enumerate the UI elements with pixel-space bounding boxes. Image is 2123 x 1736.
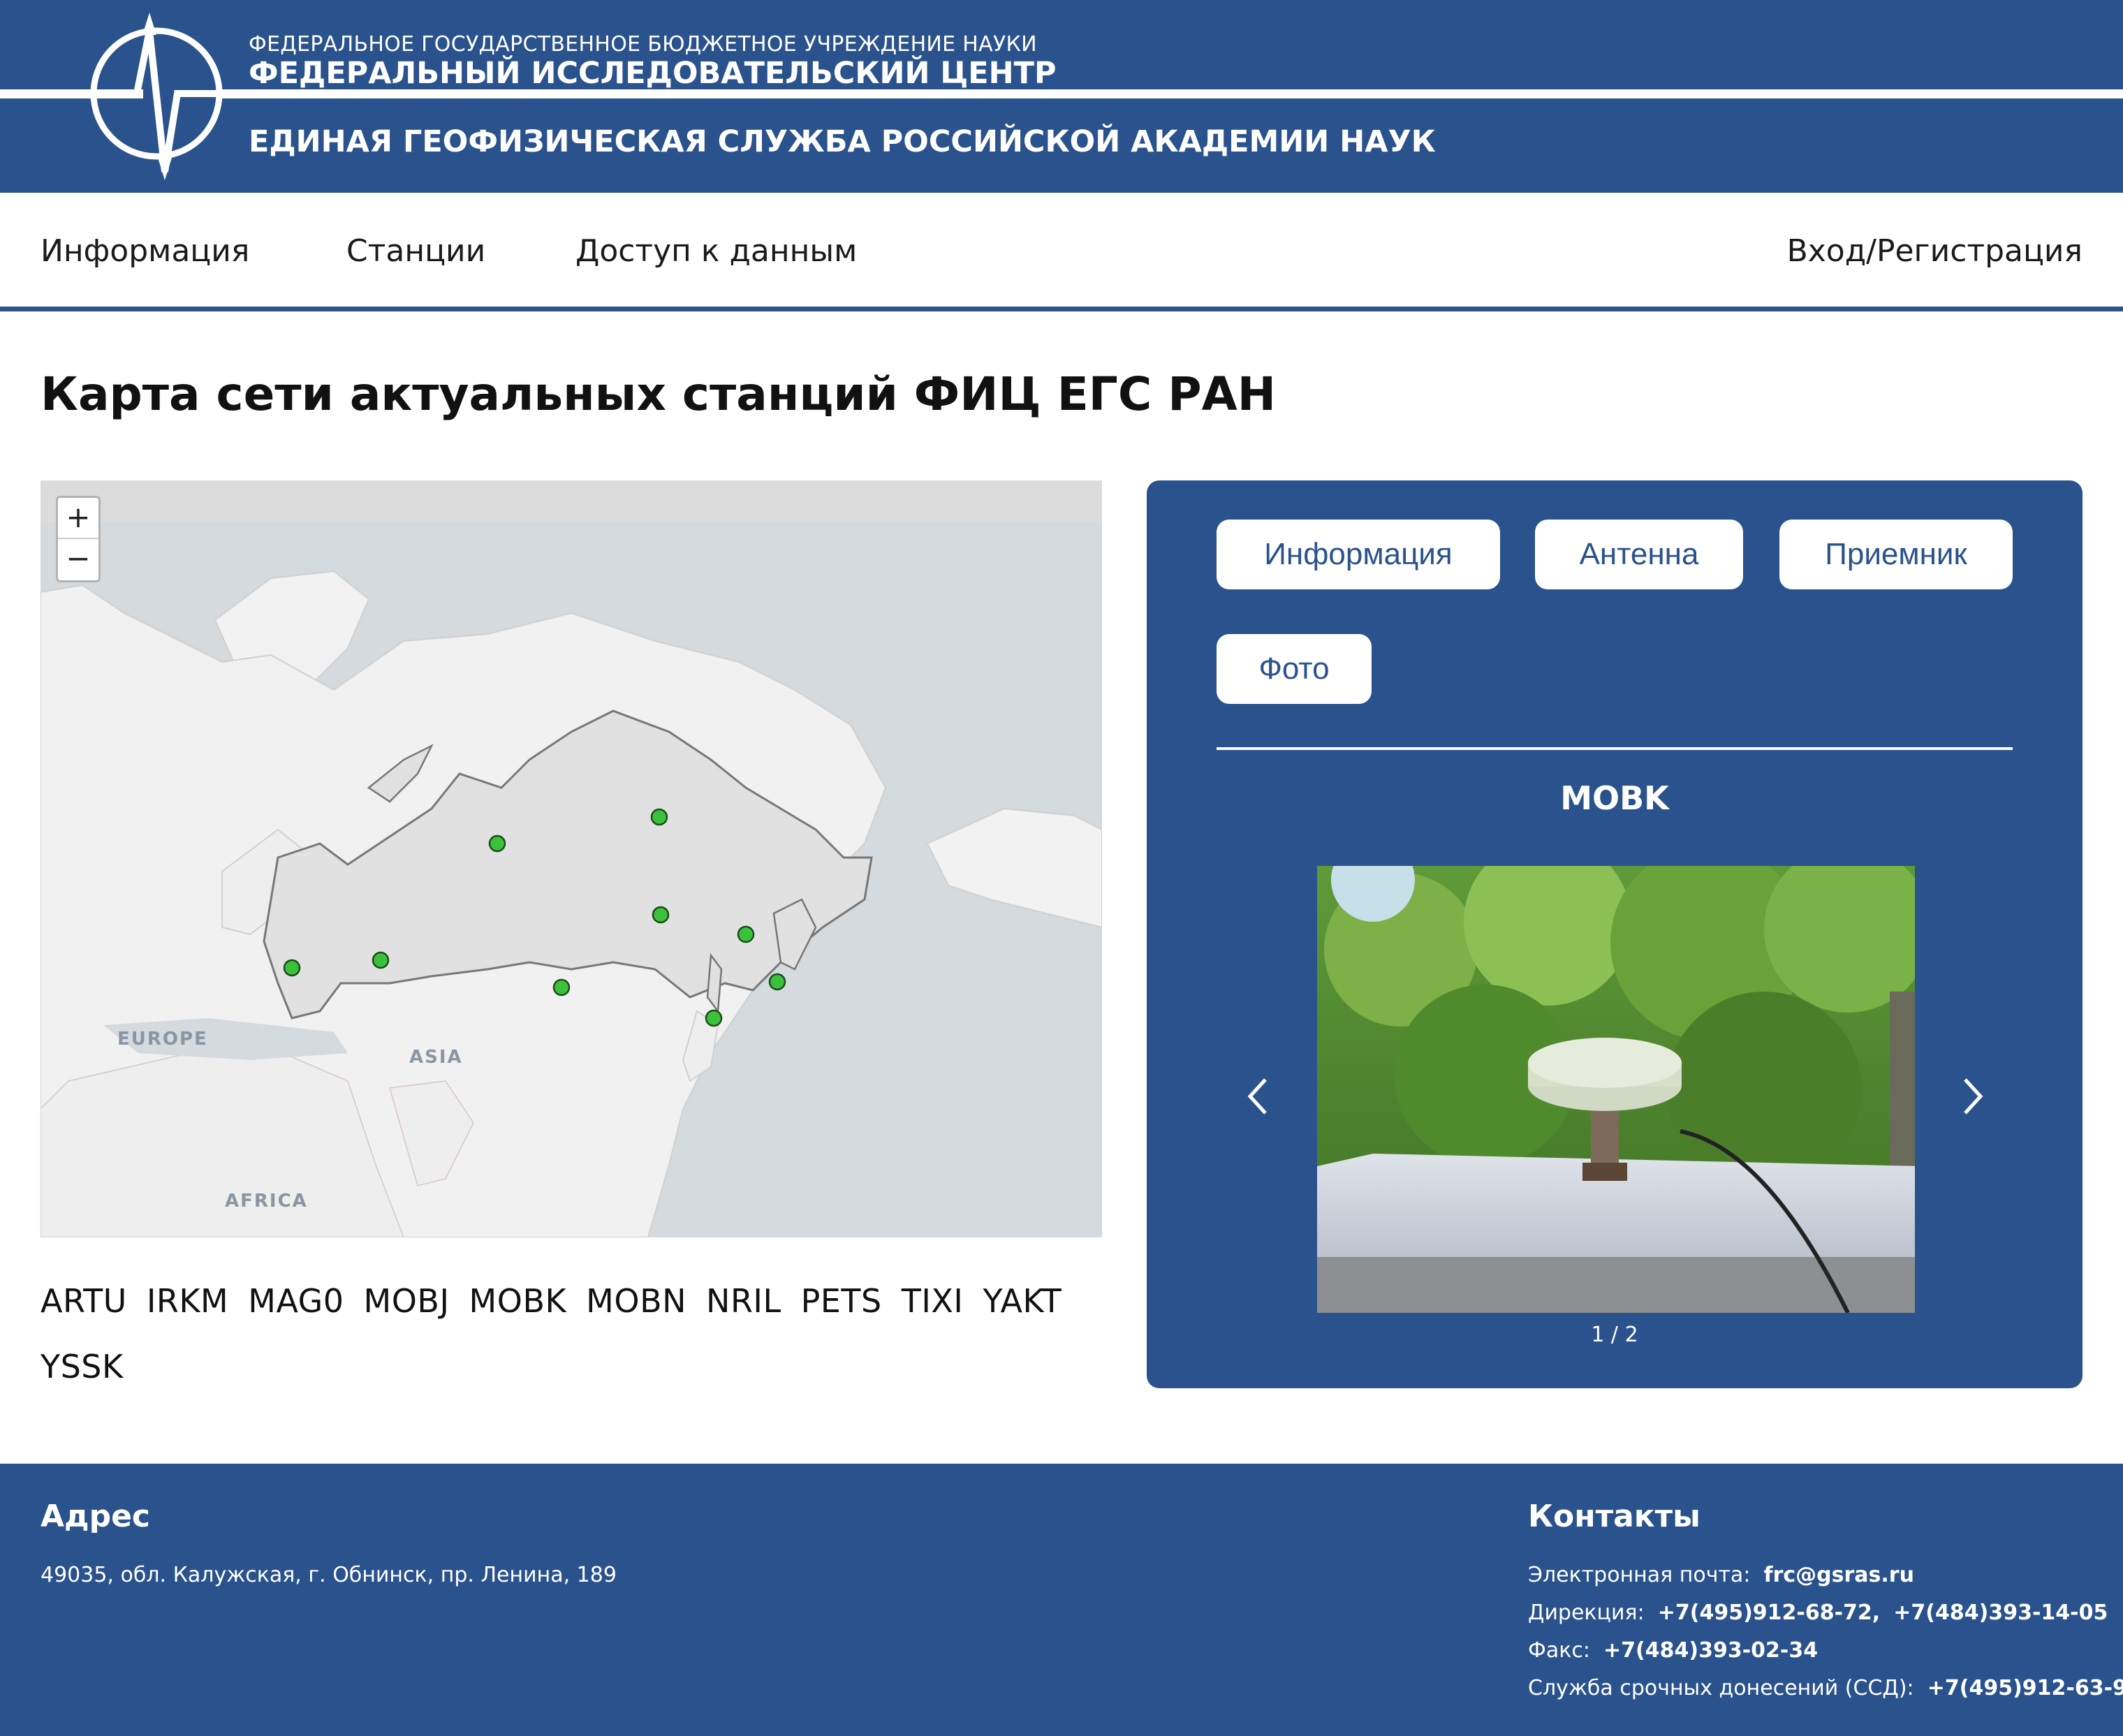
station-list: ARTU IRKM MAG0 MOBJ MOBK MOBN NRIL PETS TIXI YAKT… [41, 1282, 1116, 1413]
tab-information[interactable]: Информация [1217, 520, 1500, 589]
site-header: ФЕДЕРАЛЬНОЕ ГОСУДАРСТВЕННОЕ БЮДЖЕТНОЕ УЧ… [0, 0, 2123, 193]
main-navigation: Информация Станции Доступ к данным Вход/… [0, 193, 2123, 311]
station-link-yakt[interactable]: YAKT [983, 1282, 1062, 1320]
station-link-mobk[interactable]: MOBK [469, 1282, 567, 1320]
fax-label: Факс: [1528, 1638, 1590, 1663]
station-photo [1317, 866, 1915, 1313]
direction-phone-2[interactable]: +7(484)393-14-05 [1893, 1601, 2108, 1625]
zoom-control: + − [56, 496, 101, 582]
tab-receiver[interactable]: Приемник [1779, 520, 2013, 589]
map-label-europe: EUROPE [117, 1029, 208, 1050]
panel-divider [1217, 747, 2013, 750]
footer-address-title: Адрес [41, 1499, 151, 1534]
chevron-right-icon[interactable] [1958, 1075, 1986, 1117]
stations-map[interactable]: EUROPE ASIA AFRICA + − [41, 480, 1102, 1237]
org-subtitle-text: ЕДИНАЯ ГЕОФИЗИЧЕСКАЯ СЛУЖБА РОССИЙСКОЙ А… [249, 124, 1436, 159]
photo-counter: 1 / 2 [1591, 1323, 1638, 1347]
nav-stations[interactable]: Станции [346, 233, 485, 269]
station-link-mag0[interactable]: MAG0 [248, 1282, 344, 1320]
station-marker[interactable] [283, 959, 301, 977]
logo-icon[interactable] [0, 7, 230, 182]
selected-station-name: MOBK [1560, 779, 1669, 817]
station-marker[interactable] [768, 973, 786, 991]
station-link-tixi[interactable]: TIXI [902, 1282, 964, 1320]
station-link-nril[interactable]: NRIL [706, 1282, 781, 1320]
footer-urgent-row: Служба срочных донесений (ССД): +7(495)9… [1528, 1676, 2123, 1700]
station-marker[interactable] [737, 925, 755, 943]
nav-login[interactable]: Вход/Регистрация [1787, 233, 2082, 269]
email-label: Электронная почта: [1528, 1563, 1751, 1587]
direction-label: Дирекция: [1528, 1601, 1645, 1625]
fax-number[interactable]: +7(484)393-02-34 [1603, 1638, 1818, 1663]
map-canvas[interactable]: EUROPE ASIA AFRICA [41, 480, 1102, 1237]
map-label-africa: AFRICA [225, 1191, 308, 1212]
urgent-phone[interactable]: +7(495)912-63-97 [1927, 1676, 2123, 1700]
org-type-text: ФЕДЕРАЛЬНОЕ ГОСУДАРСТВЕННОЕ БЮДЖЕТНОЕ УЧ… [249, 32, 1037, 57]
chevron-left-icon[interactable] [1244, 1075, 1272, 1117]
direction-phone-1[interactable]: +7(495)912-68-72, [1658, 1601, 1880, 1625]
zoom-in-button[interactable]: + [58, 498, 98, 539]
station-link-artu[interactable]: ARTU [41, 1282, 127, 1320]
urgent-label: Служба срочных донесений (ССД): [1528, 1676, 1914, 1700]
footer-contacts-title: Контакты [1528, 1499, 1700, 1534]
footer-fax-row: Факс: +7(484)393-02-34 [1528, 1638, 1818, 1663]
station-link-irkm[interactable]: IRKM [147, 1282, 228, 1320]
nav-information[interactable]: Информация [41, 233, 249, 269]
station-marker[interactable] [652, 906, 670, 924]
station-link-mobj[interactable]: MOBJ [364, 1282, 450, 1320]
station-info-panel: Информация Антенна Приемник Фото MOBK 1 … [1147, 480, 2082, 1388]
map-label-asia: ASIA [409, 1047, 463, 1068]
email-link[interactable]: frc@gsras.ru [1764, 1563, 1914, 1587]
station-marker[interactable] [552, 978, 571, 996]
footer-address: 49035, обл. Калужская, г. Обнинск, пр. Л… [41, 1563, 617, 1587]
station-marker[interactable] [705, 1009, 723, 1027]
zoom-out-button[interactable]: − [58, 539, 98, 580]
footer-email-row: Электронная почта: frc@gsras.ru [1528, 1563, 1914, 1587]
station-link-mobn[interactable]: MOBN [586, 1282, 686, 1320]
tab-antenna[interactable]: Антенна [1535, 520, 1743, 589]
footer-direction-row: Дирекция: +7(495)912-68-72, +7(484)393-1… [1528, 1601, 2108, 1625]
station-marker[interactable] [488, 834, 506, 853]
tab-photo[interactable]: Фото [1217, 634, 1372, 704]
org-name-text: ФЕДЕРАЛЬНЫЙ ИССЛЕДОВАТЕЛЬСКИЙ ЦЕНТР [249, 56, 1057, 91]
station-marker[interactable] [650, 808, 668, 826]
page-title: Карта сети актуальных станций ФИЦ ЕГС РА… [41, 367, 1276, 421]
station-link-pets[interactable]: PETS [801, 1282, 882, 1320]
nav-data-access[interactable]: Доступ к данным [575, 233, 857, 269]
station-link-yssk[interactable]: YSSK [41, 1348, 124, 1385]
station-marker[interactable] [372, 951, 390, 969]
site-footer: Адрес 49035, обл. Калужская, г. Обнинск,… [0, 1464, 2123, 1736]
